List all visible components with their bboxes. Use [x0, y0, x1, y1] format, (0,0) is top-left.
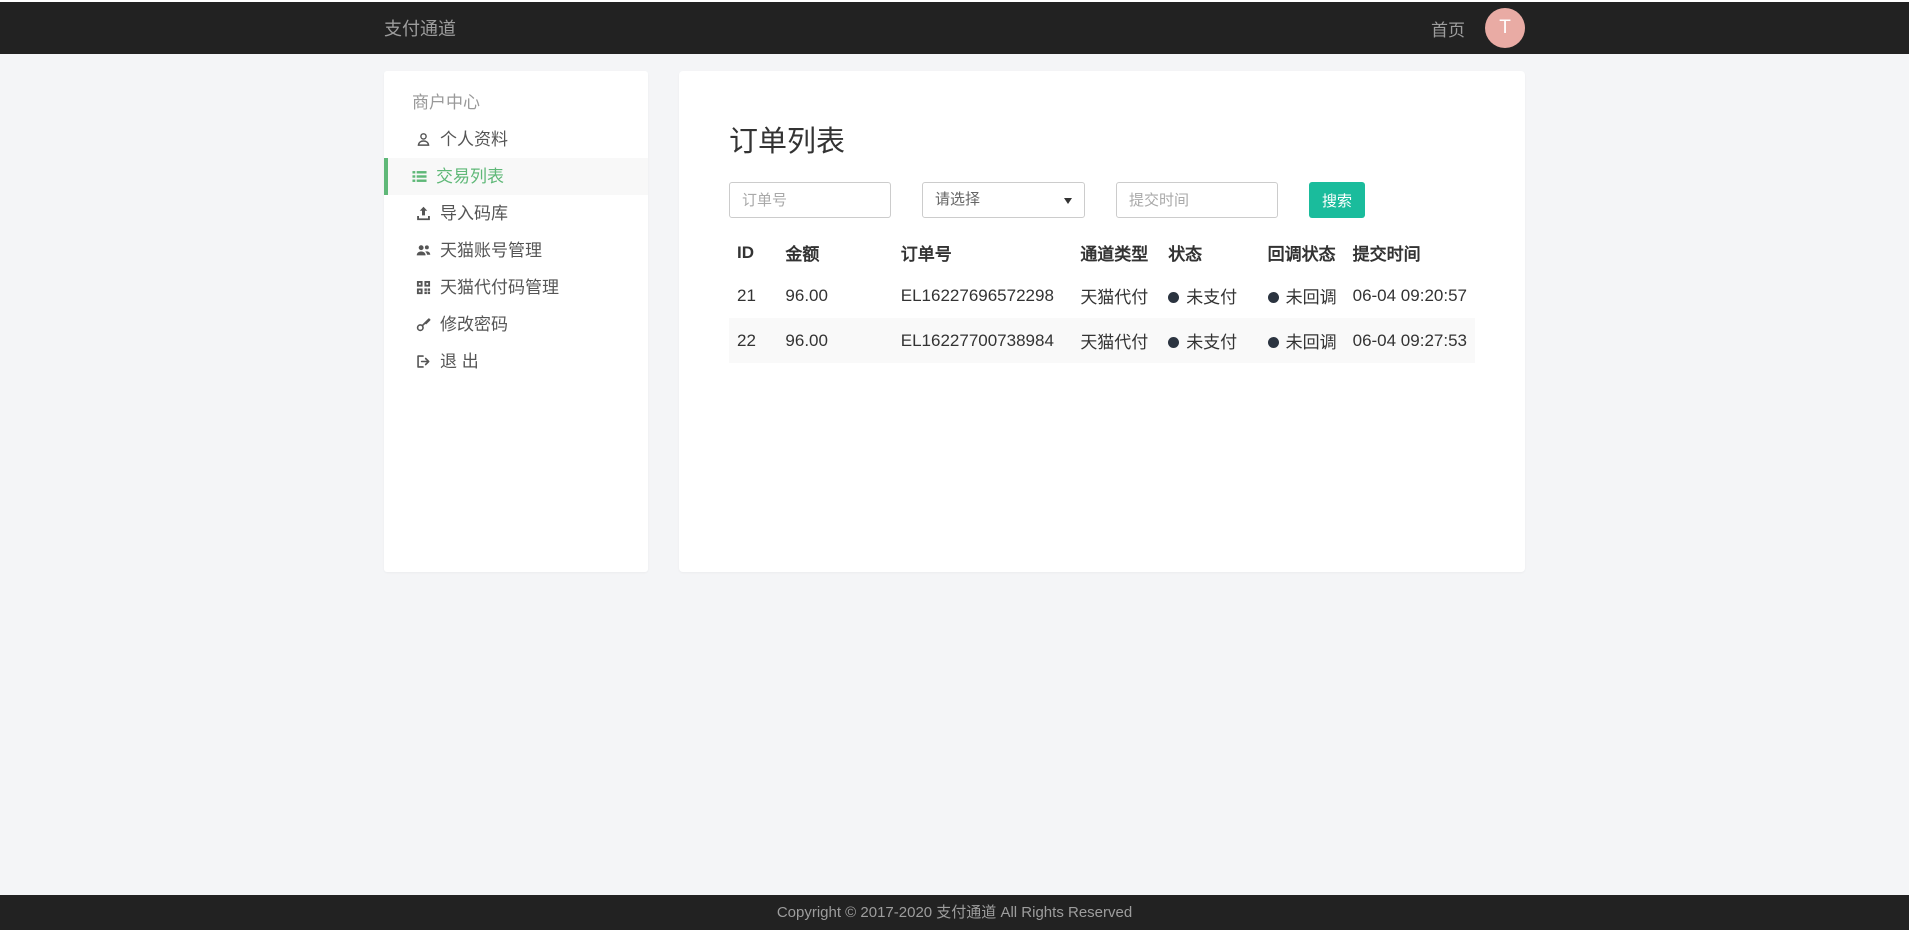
cell-status: 未支付 — [1160, 318, 1259, 363]
user-avatar[interactable]: T — [1485, 8, 1525, 48]
sidebar-item-tmall-accounts[interactable]: 天猫账号管理 — [384, 232, 648, 269]
cell-order-no: EL16227700738984 — [893, 318, 1073, 363]
sidebar-item-label: 个人资料 — [440, 121, 508, 158]
column-header: 订单号 — [893, 232, 1073, 273]
cell-id: 22 — [729, 318, 777, 363]
upload-icon — [416, 206, 431, 221]
list-icon — [412, 169, 427, 184]
sidebar-item-label: 导入码库 — [440, 195, 508, 232]
sidebar-item-label: 退 出 — [440, 343, 479, 380]
main-panel: 订单列表 请选择 搜索 ID 金额 订单号 — [679, 71, 1525, 572]
sidebar-item-change-password[interactable]: 修改密码 — [384, 306, 648, 343]
sidebar-item-label: 修改密码 — [440, 306, 508, 343]
column-header: 通道类型 — [1072, 232, 1160, 273]
page-footer: Copyright © 2017-2020 支付通道 All Rights Re… — [0, 895, 1909, 930]
sidebar-menu: 个人资料 交易列表 导入码库 天猫账号管理 — [384, 121, 648, 380]
column-header: 状态 — [1160, 232, 1259, 273]
cell-order-no: EL16227696572298 — [893, 273, 1073, 318]
sidebar-item-transactions[interactable]: 交易列表 — [384, 158, 648, 195]
qrcode-icon — [416, 280, 431, 295]
search-filter-bar: 请选择 搜索 — [729, 182, 1475, 218]
sidebar-header: 商户中心 — [384, 84, 648, 121]
status-text: 未支付 — [1186, 333, 1237, 352]
cell-id: 21 — [729, 273, 777, 318]
status-text: 未支付 — [1186, 288, 1237, 307]
sidebar-item-logout[interactable]: 退 出 — [384, 343, 648, 380]
status-dot — [1168, 337, 1179, 348]
search-button[interactable]: 搜索 — [1309, 182, 1365, 218]
table-header-row: ID 金额 订单号 通道类型 状态 回调状态 提交时间 — [729, 232, 1475, 273]
callback-dot — [1268, 292, 1279, 303]
key-icon — [416, 317, 431, 332]
cell-channel: 天猫代付 — [1072, 273, 1160, 318]
sidebar-item-label: 天猫账号管理 — [440, 232, 542, 269]
cell-time: 06-04 09:20:57 — [1345, 273, 1475, 318]
callback-dot — [1268, 337, 1279, 348]
copyright-text: Copyright © 2017-2020 支付通道 All Rights Re… — [777, 904, 1132, 921]
column-header: 提交时间 — [1345, 232, 1475, 273]
status-dot — [1168, 292, 1179, 303]
navbar-right: 首页 T — [1431, 8, 1525, 48]
submit-time-input[interactable] — [1116, 182, 1278, 218]
column-header: 回调状态 — [1260, 232, 1345, 273]
cell-amount: 96.00 — [777, 318, 892, 363]
cell-channel: 天猫代付 — [1072, 318, 1160, 363]
order-no-input[interactable] — [729, 182, 891, 218]
status-select[interactable]: 请选择 — [922, 182, 1085, 218]
column-header: ID — [729, 232, 777, 273]
signout-icon — [416, 354, 431, 369]
orders-table: ID 金额 订单号 通道类型 状态 回调状态 提交时间 — [729, 232, 1475, 363]
callback-text: 未回调 — [1286, 333, 1337, 352]
cell-callback: 未回调 — [1260, 318, 1345, 363]
sidebar-item-label: 交易列表 — [436, 158, 504, 195]
sidebar-item-profile[interactable]: 个人资料 — [384, 121, 648, 158]
top-navbar: 支付通道 首页 T — [0, 0, 1909, 54]
home-link[interactable]: 首页 — [1431, 16, 1465, 41]
caret-down-icon — [1064, 198, 1072, 204]
users-icon — [416, 243, 431, 258]
cell-status: 未支付 — [1160, 273, 1259, 318]
cell-time: 06-04 09:27:53 — [1345, 318, 1475, 363]
user-icon — [416, 132, 431, 147]
sidebar: 商户中心 个人资料 交易列表 导入码库 — [384, 71, 648, 572]
cell-amount: 96.00 — [777, 273, 892, 318]
callback-text: 未回调 — [1286, 288, 1337, 307]
table-row: 21 96.00 EL16227696572298 天猫代付 未支付 未回调 0… — [729, 273, 1475, 318]
page-title: 订单列表 — [729, 118, 1475, 160]
sidebar-item-label: 天猫代付码管理 — [440, 269, 559, 306]
status-select-value: 请选择 — [935, 191, 980, 208]
sidebar-item-tmall-paycodes[interactable]: 天猫代付码管理 — [384, 269, 648, 306]
cell-callback: 未回调 — [1260, 273, 1345, 318]
brand-link[interactable]: 支付通道 — [384, 15, 456, 41]
table-row: 22 96.00 EL16227700738984 天猫代付 未支付 未回调 0… — [729, 318, 1475, 363]
column-header: 金额 — [777, 232, 892, 273]
sidebar-item-import-codes[interactable]: 导入码库 — [384, 195, 648, 232]
